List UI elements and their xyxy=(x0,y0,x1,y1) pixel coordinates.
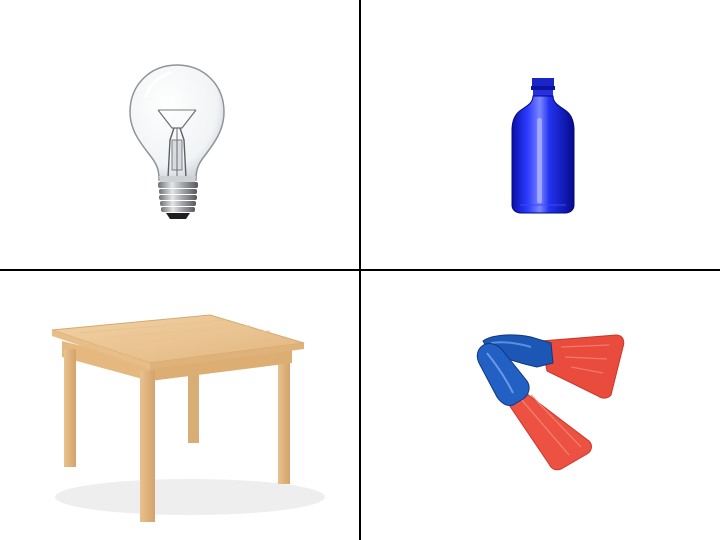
panel-wooden-table xyxy=(0,271,359,540)
swim-fins-icon xyxy=(476,334,625,471)
panel-blue-bottle xyxy=(361,0,720,269)
light-bulb-icon xyxy=(129,64,225,219)
horizontal-divider xyxy=(0,269,720,271)
picture-grid xyxy=(0,0,720,540)
wooden-table-icon xyxy=(51,314,325,522)
panel-swim-fins xyxy=(361,271,720,540)
panel-light-bulb xyxy=(0,0,359,269)
blue-bottle-icon xyxy=(511,78,575,214)
